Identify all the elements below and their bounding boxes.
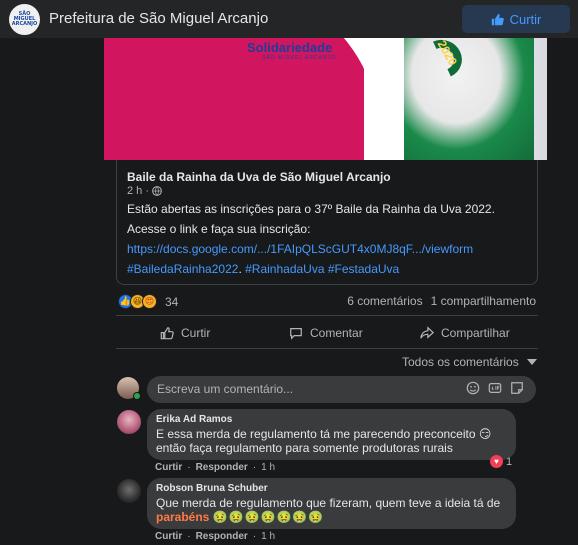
action-dot: · <box>252 462 257 473</box>
caret-down-icon <box>526 359 537 365</box>
comment-input-placeholder: Escreva um comentário... <box>157 382 294 396</box>
comments-count-link[interactable]: 6 comentários <box>347 294 422 308</box>
shared-post-time[interactable]: 2 h · <box>127 185 149 197</box>
gif-icon[interactable] <box>488 381 502 395</box>
share-button-label: Compartilhar <box>441 326 510 340</box>
hashtag-link[interactable]: #FestadaUva <box>328 262 399 276</box>
page-title[interactable]: Prefeitura de São Miguel Arcanjo <box>49 10 268 27</box>
post-stats: 6 comentários 1 compartilhamento <box>347 294 536 308</box>
sticker-icon[interactable] <box>510 381 524 395</box>
share-icon <box>420 326 434 339</box>
comment-actions: Curtir · Responder · 1 h <box>155 531 275 542</box>
comment-reaction[interactable]: ♥ 1 <box>490 455 512 468</box>
reaction-count: 34 <box>165 294 179 309</box>
post-image[interactable]: Solidariedade SÃO MIGUEL ARCANJO 2020 <box>104 38 547 160</box>
shared-post-text-line2: Acesse o link e faça sua inscrição: <box>127 222 311 236</box>
comment-input[interactable]: Escreva um comentário... <box>147 376 536 403</box>
hashtag-link[interactable]: #BailedaRainha2022 <box>127 262 238 276</box>
share-button[interactable]: Compartilhar <box>420 322 510 344</box>
commenter-avatar[interactable] <box>117 410 141 434</box>
like-page-button[interactable]: Curtir <box>462 5 570 33</box>
thumbs-up-icon <box>160 327 174 340</box>
emoji-icon[interactable] <box>466 381 480 395</box>
comment-text-line1: E essa merda de regulamento tá me parece… <box>156 427 492 441</box>
action-dot: · <box>252 531 257 542</box>
comment-like-link[interactable]: Curtir <box>155 531 182 542</box>
comment-reply-link[interactable]: Responder <box>196 462 248 473</box>
comment-button[interactable]: Comentar <box>289 322 363 344</box>
page-avatar-seal: SÃO MIGUEL ARCANJO <box>11 11 38 27</box>
divider <box>116 348 538 349</box>
page-avatar[interactable]: SÃO MIGUEL ARCANJO <box>9 4 40 35</box>
comment-reaction-count: 1 <box>506 455 513 468</box>
online-status-dot <box>133 392 141 400</box>
commenter-avatar[interactable] <box>117 479 141 503</box>
image-logo-subtitle: SÃO MIGUEL ARCANJO <box>262 55 336 61</box>
page-header: SÃO MIGUEL ARCANJO Prefeitura de São Mig… <box>0 0 578 38</box>
comment-author[interactable]: Erika Ad Ramos <box>156 414 507 425</box>
reaction-summary[interactable]: 👍 😆 😍 34 <box>118 294 178 309</box>
comment-time[interactable]: 1 h <box>261 462 275 473</box>
comment-sort-label: Todos os comentários <box>402 355 519 369</box>
comment-text-line2: então faça regulamento para somente prod… <box>156 441 453 455</box>
like-page-label: Curtir <box>509 11 542 27</box>
comment-icon <box>290 328 302 340</box>
like-button-label: Curtir <box>181 326 211 340</box>
like-button[interactable]: Curtir <box>160 322 210 344</box>
globe-icon <box>152 186 162 196</box>
comment-bubble: Robson Bruna Schuber Que merda de regula… <box>147 478 516 529</box>
image-logo-text: Solidariedade <box>247 40 333 55</box>
comment-actions: Curtir · Responder · 1 h <box>155 462 275 473</box>
comment-input-tools <box>466 381 524 395</box>
shared-post-text-line1: Estão abertas as inscrições para o 37º B… <box>127 202 495 216</box>
comment-sort-dropdown[interactable]: Todos os comentários <box>402 355 537 369</box>
comment-author[interactable]: Robson Bruna Schuber <box>156 483 507 494</box>
comment-text-line1: Que merda de regulamento que fizeram, qu… <box>156 496 501 510</box>
action-dot: · <box>187 462 191 473</box>
hashtag-separator: . <box>238 262 242 276</box>
comment-time[interactable]: 1 h <box>261 531 275 542</box>
comment-like-link[interactable]: Curtir <box>155 462 182 473</box>
hashtag-link[interactable]: #RainhadaUva <box>245 262 324 276</box>
divider <box>116 315 538 316</box>
thumbs-up-icon <box>491 13 504 25</box>
shared-post-link[interactable]: https://docs.google.com/.../1FAIpQLScGUT… <box>127 242 473 256</box>
comment-highlight: parabéns <box>156 510 210 524</box>
comment-button-label: Comentar <box>310 326 363 340</box>
comment-text-line2: parabéns 🤢🤢🤢🤢🤢🤢🤢 <box>156 510 507 524</box>
shared-post-hashtags: #BailedaRainha2022. #RainhadaUva #Festad… <box>127 262 399 276</box>
care-reaction-icon: 😍 <box>142 294 157 309</box>
shared-post-meta: 2 h · <box>127 185 162 197</box>
nauseated-emoji-row: 🤢🤢🤢🤢🤢🤢🤢 <box>212 510 325 524</box>
action-dot: · <box>187 531 191 542</box>
shares-count-link[interactable]: 1 compartilhamento <box>431 294 536 308</box>
comment-reply-link[interactable]: Responder <box>196 531 248 542</box>
comment-bubble: Erika Ad Ramos E essa merda de regulamen… <box>147 409 516 460</box>
love-reaction-icon: ♥ <box>490 455 503 468</box>
shared-post-title[interactable]: Baile da Rainha da Uva de São Miguel Arc… <box>127 170 391 184</box>
